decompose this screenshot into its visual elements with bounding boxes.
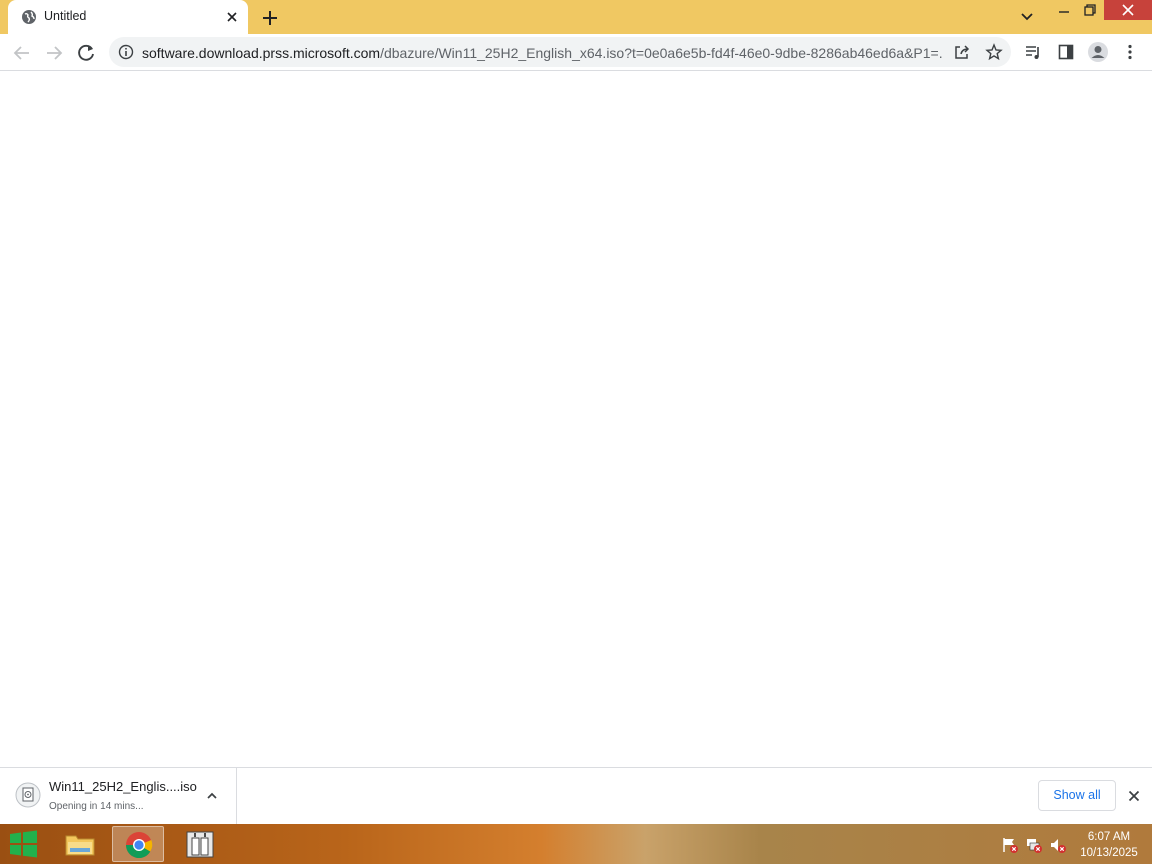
chrome-icon	[125, 832, 153, 859]
profile-avatar-icon[interactable]	[1087, 41, 1109, 63]
download-item[interactable]: Win11_25H2_Englis....iso Opening in 14 m…	[0, 768, 237, 824]
download-shelf: Win11_25H2_Englis....iso Opening in 14 m…	[0, 767, 1152, 824]
address-bar[interactable]: software.download.prss.microsoft.com/dba…	[109, 37, 1011, 67]
action-center-flag-icon[interactable]	[1001, 836, 1019, 854]
tab-strip: Untitled	[0, 0, 1152, 34]
new-tab-icon[interactable]	[260, 8, 280, 28]
globe-icon	[22, 10, 36, 24]
clock-time: 6:07 AM	[1087, 831, 1131, 843]
back-arrow-icon[interactable]	[11, 42, 33, 64]
download-status: Opening in 14 mins...	[49, 801, 144, 812]
download-filename: Win11_25H2_Englis....iso	[49, 779, 197, 794]
share-icon[interactable]	[953, 43, 971, 61]
screen: Untitled software.download.prss.microsof…	[0, 0, 1152, 864]
tab-untitled[interactable]: Untitled	[8, 0, 248, 34]
secondary-app-icon	[186, 831, 214, 858]
info-icon[interactable]	[118, 44, 134, 60]
browser-toolbar: software.download.prss.microsoft.com/dba…	[0, 34, 1152, 71]
taskbar-file-explorer[interactable]	[54, 826, 106, 862]
system-clock[interactable]: 6:07 AM 10/13/2025	[1074, 829, 1144, 861]
url-text[interactable]: software.download.prss.microsoft.com/dba…	[142, 45, 942, 61]
reload-icon[interactable]	[75, 42, 97, 64]
taskbar: 6:07 AM 10/13/2025	[0, 824, 1152, 864]
taskbar-app-3[interactable]	[174, 826, 226, 862]
speaker-muted-icon[interactable]	[1049, 836, 1067, 854]
chevron-up-icon[interactable]	[205, 789, 219, 803]
disc-file-icon	[15, 782, 41, 808]
tab-title: Untitled	[44, 9, 87, 23]
forward-arrow-icon[interactable]	[43, 42, 65, 64]
restore-icon[interactable]	[1078, 0, 1102, 22]
more-menu-icon[interactable]	[1121, 43, 1139, 61]
file-explorer-icon	[65, 835, 95, 856]
close-icon[interactable]	[1126, 788, 1142, 804]
close-icon	[1122, 4, 1134, 16]
url-host: software.download.prss.microsoft.com	[142, 45, 381, 61]
clock-date: 10/13/2025	[1080, 847, 1138, 859]
chevron-down-icon[interactable]	[1018, 8, 1036, 26]
url-path: /dbazure/Win11_25H2_English_x64.iso?t=0e…	[380, 45, 942, 61]
reading-list-icon[interactable]	[1024, 43, 1042, 61]
minimize-icon[interactable]	[1052, 0, 1076, 22]
page-content	[0, 71, 1152, 767]
side-panel-icon[interactable]	[1057, 43, 1075, 61]
show-all-button[interactable]: Show all	[1038, 780, 1116, 811]
close-tab-icon[interactable]	[224, 9, 240, 25]
bookmark-star-icon[interactable]	[985, 43, 1003, 61]
window-close-button[interactable]	[1104, 0, 1152, 20]
taskbar-chrome[interactable]	[112, 826, 164, 862]
network-icon[interactable]	[1025, 836, 1043, 854]
windows-start-icon[interactable]	[6, 829, 40, 859]
